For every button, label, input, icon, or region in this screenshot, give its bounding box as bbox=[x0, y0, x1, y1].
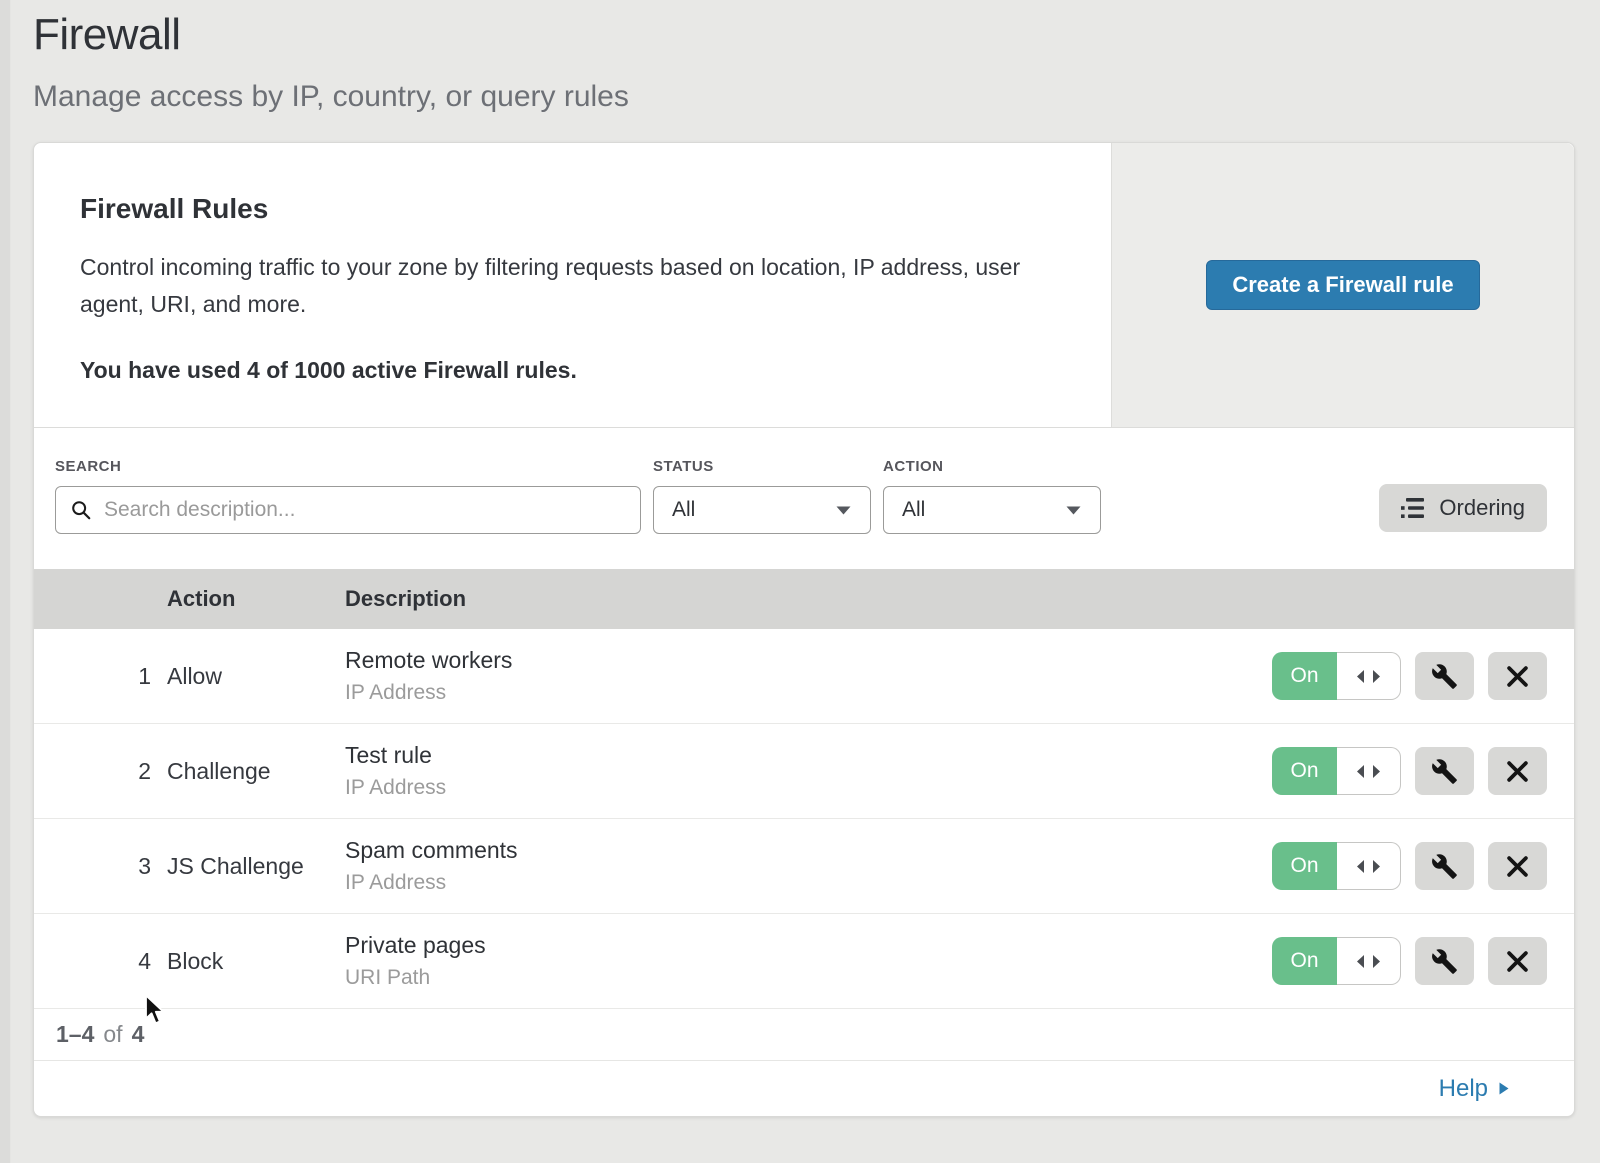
delete-rule-button[interactable] bbox=[1488, 842, 1547, 890]
toggle-handle[interactable] bbox=[1337, 652, 1401, 700]
rule-number: 3 bbox=[34, 853, 167, 880]
help-link[interactable]: Help bbox=[1439, 1075, 1510, 1103]
rule-field-type: IP Address bbox=[345, 871, 1272, 895]
delete-rule-button[interactable] bbox=[1488, 937, 1547, 985]
rule-enabled-toggle[interactable]: On bbox=[1272, 842, 1401, 890]
toggle-on-label: On bbox=[1272, 937, 1337, 985]
status-filter: STATUS All bbox=[653, 458, 871, 534]
ordering-button-label: Ordering bbox=[1439, 495, 1525, 521]
action-selected-value: All bbox=[902, 498, 925, 522]
rule-number: 2 bbox=[34, 758, 167, 785]
table-row: 1 Allow Remote workers IP Address On bbox=[34, 629, 1574, 724]
page-subtitle: Manage access by IP, country, or query r… bbox=[33, 80, 1600, 114]
wrench-icon bbox=[1431, 663, 1458, 690]
overview-section: Firewall Rules Control incoming traffic … bbox=[34, 143, 1574, 428]
wrench-icon bbox=[1431, 853, 1458, 880]
toggle-handle[interactable] bbox=[1337, 937, 1401, 985]
pagination-range: 1–4 bbox=[56, 1021, 94, 1048]
firewall-rules-card: Firewall Rules Control incoming traffic … bbox=[33, 142, 1575, 1117]
overview-description: Control incoming traffic to your zone by… bbox=[80, 249, 1030, 323]
filters-bar: SEARCH STATUS All ACTION All bbox=[34, 428, 1574, 569]
table-header: Action Description bbox=[34, 569, 1574, 629]
rule-enabled-toggle[interactable]: On bbox=[1272, 937, 1401, 985]
rules-list: 1 Allow Remote workers IP Address On bbox=[34, 629, 1574, 1009]
create-firewall-rule-button[interactable]: Create a Firewall rule bbox=[1206, 260, 1479, 310]
search-box[interactable] bbox=[55, 486, 641, 534]
rule-action: Block bbox=[167, 948, 345, 975]
overview-heading: Firewall Rules bbox=[80, 193, 1041, 225]
pagination: 1–4 of 4 bbox=[34, 1009, 1574, 1061]
x-icon bbox=[1506, 665, 1529, 688]
status-label: STATUS bbox=[653, 458, 871, 475]
toggle-handle[interactable] bbox=[1337, 747, 1401, 795]
rule-enabled-toggle[interactable]: On bbox=[1272, 652, 1401, 700]
overview-action-panel: Create a Firewall rule bbox=[1112, 143, 1574, 427]
description-column-header: Description bbox=[345, 586, 1272, 612]
search-icon bbox=[70, 499, 92, 521]
action-select[interactable]: All bbox=[883, 486, 1101, 534]
search-input[interactable] bbox=[104, 498, 626, 522]
help-bar: Help bbox=[34, 1061, 1574, 1116]
ordered-list-icon bbox=[1401, 497, 1426, 520]
edit-rule-button[interactable] bbox=[1415, 652, 1474, 700]
delete-rule-button[interactable] bbox=[1488, 652, 1547, 700]
page-header: Firewall Manage access by IP, country, o… bbox=[0, 0, 1600, 114]
edit-rule-button[interactable] bbox=[1415, 747, 1474, 795]
rule-number: 4 bbox=[34, 948, 167, 975]
ordering-button[interactable]: Ordering bbox=[1379, 484, 1547, 532]
rule-field-type: IP Address bbox=[345, 681, 1272, 705]
action-column-header: Action bbox=[167, 586, 345, 612]
help-label: Help bbox=[1439, 1075, 1488, 1103]
overview-usage: You have used 4 of 1000 active Firewall … bbox=[80, 357, 1041, 384]
rule-action: JS Challenge bbox=[167, 853, 345, 880]
rule-controls: On bbox=[1272, 747, 1574, 795]
table-row: 3 JS Challenge Spam comments IP Address … bbox=[34, 819, 1574, 914]
rule-field-type: URI Path bbox=[345, 966, 1272, 990]
toggle-on-label: On bbox=[1272, 842, 1337, 890]
pagination-total: 4 bbox=[132, 1021, 145, 1048]
left-right-arrows-icon bbox=[1356, 669, 1381, 684]
rule-field-type: IP Address bbox=[345, 776, 1272, 800]
overview-text-panel: Firewall Rules Control incoming traffic … bbox=[34, 143, 1112, 427]
left-right-arrows-icon bbox=[1356, 859, 1381, 874]
pagination-of: of bbox=[103, 1021, 122, 1048]
table-row: 4 Block Private pages URI Path On bbox=[34, 914, 1574, 1009]
chevron-down-icon bbox=[835, 505, 852, 516]
action-label: ACTION bbox=[883, 458, 1101, 475]
table-row: 2 Challenge Test rule IP Address On bbox=[34, 724, 1574, 819]
rule-description: Test rule bbox=[345, 742, 1272, 769]
arrow-right-icon bbox=[1498, 1081, 1510, 1096]
left-right-arrows-icon bbox=[1356, 954, 1381, 969]
x-icon bbox=[1506, 950, 1529, 973]
rule-action: Allow bbox=[167, 663, 345, 690]
rule-action: Challenge bbox=[167, 758, 345, 785]
left-right-arrows-icon bbox=[1356, 764, 1381, 779]
action-filter: ACTION All bbox=[883, 458, 1101, 534]
edit-rule-button[interactable] bbox=[1415, 937, 1474, 985]
status-selected-value: All bbox=[672, 498, 695, 522]
rule-description: Spam comments bbox=[345, 837, 1272, 864]
rule-description: Private pages bbox=[345, 932, 1272, 959]
chevron-down-icon bbox=[1065, 505, 1082, 516]
search-label: SEARCH bbox=[55, 458, 641, 475]
edit-rule-button[interactable] bbox=[1415, 842, 1474, 890]
page-title: Firewall bbox=[33, 10, 1600, 60]
rule-description: Remote workers bbox=[345, 647, 1272, 674]
delete-rule-button[interactable] bbox=[1488, 747, 1547, 795]
wrench-icon bbox=[1431, 758, 1458, 785]
toggle-handle[interactable] bbox=[1337, 842, 1401, 890]
rule-enabled-toggle[interactable]: On bbox=[1272, 747, 1401, 795]
status-select[interactable]: All bbox=[653, 486, 871, 534]
rule-number: 1 bbox=[34, 663, 167, 690]
toggle-on-label: On bbox=[1272, 747, 1337, 795]
rule-controls: On bbox=[1272, 937, 1574, 985]
search-filter: SEARCH bbox=[55, 458, 641, 534]
rule-controls: On bbox=[1272, 842, 1574, 890]
wrench-icon bbox=[1431, 948, 1458, 975]
x-icon bbox=[1506, 760, 1529, 783]
toggle-on-label: On bbox=[1272, 652, 1337, 700]
x-icon bbox=[1506, 855, 1529, 878]
rule-controls: On bbox=[1272, 652, 1574, 700]
